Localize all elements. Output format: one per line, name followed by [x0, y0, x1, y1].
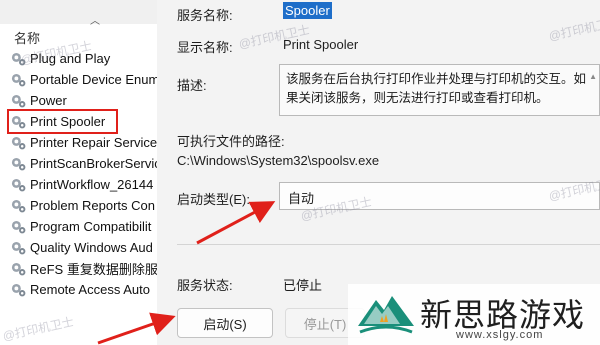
gear-icon: [10, 176, 30, 193]
gear-icon: [10, 71, 30, 88]
service-item[interactable]: Program Compatibilit: [10, 216, 157, 237]
logo-url: www.xslgy.com: [456, 329, 544, 341]
service-item-label: PrintWorkflow_26144: [30, 177, 154, 192]
sort-arrow-icon[interactable]: ︿: [90, 12, 100, 27]
start-button[interactable]: 启动(S): [177, 308, 273, 338]
service-status-value: 已停止: [283, 278, 323, 293]
gear-icon: [10, 260, 30, 277]
startup-type-value: 自动: [288, 191, 315, 206]
description-textbox[interactable]: 该服务在后台执行打印作业并处理与打印机的交互。如果关闭该服务，则无法进行打印或查…: [279, 64, 600, 116]
service-item-label: Problem Reports Con: [30, 198, 155, 213]
service-name-value[interactable]: Spooler: [283, 2, 332, 19]
section-divider: [177, 244, 600, 245]
service-item-label: PrintScanBrokerServic: [30, 156, 158, 171]
service-item[interactable]: PrintWorkflow_26144: [10, 174, 157, 195]
service-item-label: Portable Device Enum: [30, 72, 158, 87]
service-item-label: Printer Repair Service: [30, 135, 158, 150]
gear-icon: [10, 155, 30, 172]
service-item[interactable]: Problem Reports Con: [10, 195, 157, 216]
exe-path-value[interactable]: C:\Windows\System32\spoolsv.exe: [177, 153, 379, 168]
service-item-label: Power: [30, 93, 67, 108]
service-status-label: 服务状态:: [177, 278, 233, 293]
service-item[interactable]: Portable Device Enum: [10, 69, 158, 90]
gear-icon: [10, 281, 30, 298]
service-item[interactable]: Power: [10, 90, 157, 111]
service-item[interactable]: Printer Repair Service: [10, 132, 158, 153]
service-item-label: Remote Access Auto: [30, 282, 150, 297]
service-item-print-spooler[interactable]: Print Spooler: [7, 109, 118, 134]
list-toolbar-strip: [0, 0, 157, 24]
startup-type-label: 启动类型(E):: [177, 192, 250, 207]
scroll-up-icon[interactable]: ▲: [589, 67, 597, 86]
service-item-label: Quality Windows Aud: [30, 240, 153, 255]
display-name-label: 显示名称:: [177, 40, 233, 55]
service-item-label: ReFS 重复数据删除服务: [30, 262, 158, 277]
mountain-logo-icon: [358, 296, 414, 334]
service-item-label: Program Compatibilit: [30, 219, 152, 234]
gear-icon: [10, 134, 30, 151]
service-item-label: Print Spooler: [30, 114, 106, 129]
services-list: Plug and Play Portable Device Enum Power Pr…: [7, 48, 158, 300]
service-name-label: 服务名称:: [177, 8, 233, 23]
exe-path-label: 可执行文件的路径:: [177, 134, 285, 149]
service-item[interactable]: Quality Windows Aud: [10, 237, 157, 258]
gear-icon: [10, 239, 30, 256]
gear-icon: [10, 218, 30, 235]
service-item[interactable]: PrintScanBrokerServic: [10, 153, 158, 174]
service-item[interactable]: Remote Access Auto: [10, 279, 157, 300]
site-logo: 新思路游戏 www.xslgy.com: [348, 284, 600, 345]
gear-icon: [10, 197, 30, 214]
gear-icon: [10, 113, 30, 130]
service-item[interactable]: ReFS 重复数据删除服务: [10, 258, 158, 279]
gear-icon: [10, 92, 30, 109]
description-label: 描述:: [177, 78, 207, 93]
column-header-name[interactable]: 名称: [14, 28, 40, 47]
description-text: 该服务在后台执行打印作业并处理与打印机的交互。如果关闭该服务，则无法进行打印或查…: [286, 72, 587, 105]
